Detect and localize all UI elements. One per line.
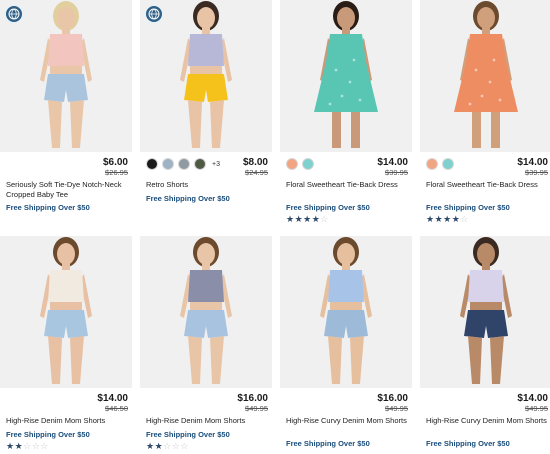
color-swatch[interactable] <box>162 158 174 170</box>
color-swatch[interactable] <box>178 158 190 170</box>
free-shipping-text: Free Shipping Over $50 <box>426 203 510 212</box>
price-block: $14.00 $46.50 <box>97 393 128 413</box>
product-image[interactable] <box>280 0 412 152</box>
price-block: $16.00 $49.95 <box>237 393 268 413</box>
price-block: $6.00 $26.95 <box>103 157 128 177</box>
price-block: $14.00 $39.95 <box>377 157 408 177</box>
color-swatch[interactable] <box>286 158 298 170</box>
color-swatch[interactable] <box>442 158 454 170</box>
product-card[interactable]: $14.00 $39.95 Floral Sweetheart Tie-Back… <box>420 0 550 224</box>
sale-price: $14.00 <box>517 157 548 168</box>
product-name[interactable]: High-Rise Denim Mom Shorts <box>6 416 130 426</box>
free-shipping-text: Free Shipping Over $50 <box>146 194 230 203</box>
price-block: $8.00 $24.95 <box>243 157 268 177</box>
original-price: $49.95 <box>385 404 408 413</box>
product-name[interactable]: High-Rise Denim Mom Shorts <box>146 416 270 426</box>
original-price: $39.95 <box>385 168 408 177</box>
star-rating[interactable]: ★★★★☆ <box>426 214 469 225</box>
free-shipping-text: Free Shipping Over $50 <box>286 203 370 212</box>
free-shipping-text: Free Shipping Over $50 <box>146 430 230 439</box>
star-rating[interactable]: ★★☆☆☆ <box>6 441 49 452</box>
product-name[interactable]: Floral Sweetheart Tie-Back Dress <box>426 180 550 190</box>
product-image[interactable] <box>420 236 550 388</box>
sale-price: $16.00 <box>377 393 408 404</box>
color-swatch[interactable] <box>426 158 438 170</box>
product-name[interactable]: Seriously Soft Tie-Dye Notch-Neck Croppe… <box>6 180 130 200</box>
product-card[interactable]: $14.00 $39.95 Floral Sweetheart Tie-Back… <box>280 0 412 224</box>
globe-icon <box>4 4 24 24</box>
original-price: $39.95 <box>525 168 548 177</box>
product-card[interactable]: $16.00 $49.95 High-Rise Denim Mom Shorts… <box>140 236 272 454</box>
product-image[interactable] <box>0 236 132 388</box>
sale-price: $14.00 <box>97 393 128 404</box>
free-shipping-text: Free Shipping Over $50 <box>286 439 370 448</box>
sale-price: $16.00 <box>237 393 268 404</box>
product-image[interactable] <box>280 236 412 388</box>
more-colors-link[interactable]: +3 <box>212 161 220 168</box>
color-swatches: +3 <box>146 158 220 170</box>
product-image[interactable] <box>420 0 550 152</box>
product-image[interactable] <box>140 0 272 152</box>
product-card[interactable]: $6.00 $26.95 Seriously Soft Tie-Dye Notc… <box>0 0 132 218</box>
original-price: $26.95 <box>105 168 128 177</box>
free-shipping-text: Free Shipping Over $50 <box>426 439 510 448</box>
product-name[interactable]: Retro Shorts <box>146 180 270 190</box>
sale-price: $6.00 <box>102 157 128 168</box>
color-swatches <box>286 158 314 170</box>
star-rating[interactable]: ★★☆☆☆ <box>146 441 189 452</box>
product-card[interactable]: $14.00 $46.50 High-Rise Denim Mom Shorts… <box>0 236 132 454</box>
sale-price: $8.00 <box>242 157 268 168</box>
sale-price: $14.00 <box>517 393 548 404</box>
color-swatches <box>426 158 454 170</box>
color-swatch[interactable] <box>302 158 314 170</box>
color-swatch[interactable] <box>194 158 206 170</box>
price-block: $14.00 $39.95 <box>517 157 548 177</box>
star-rating[interactable]: ★★★★☆ <box>286 214 329 225</box>
original-price: $46.50 <box>105 404 128 413</box>
globe-icon <box>144 4 164 24</box>
product-name[interactable]: High-Rise Curvy Denim Mom Shorts <box>286 416 410 426</box>
price-block: $16.00 $49.95 <box>377 393 408 413</box>
product-card[interactable]: $16.00 $49.95 High-Rise Curvy Denim Mom … <box>280 236 412 454</box>
product-image[interactable] <box>0 0 132 152</box>
original-price: $24.95 <box>245 168 268 177</box>
price-block: $14.00 $49.95 <box>517 393 548 413</box>
color-swatch[interactable] <box>146 158 158 170</box>
product-image[interactable] <box>140 236 272 388</box>
product-card[interactable]: $14.00 $49.95 High-Rise Curvy Denim Mom … <box>420 236 550 454</box>
product-name[interactable]: Floral Sweetheart Tie-Back Dress <box>286 180 410 190</box>
free-shipping-text: Free Shipping Over $50 <box>6 430 90 439</box>
sale-price: $14.00 <box>377 157 408 168</box>
free-shipping-text: Free Shipping Over $50 <box>6 203 90 212</box>
product-card[interactable]: +3 $8.00 $24.95 Retro Shorts Free Shippin… <box>140 0 272 218</box>
product-name[interactable]: High-Rise Curvy Denim Mom Shorts <box>426 416 550 426</box>
original-price: $49.95 <box>245 404 268 413</box>
original-price: $49.95 <box>525 404 548 413</box>
